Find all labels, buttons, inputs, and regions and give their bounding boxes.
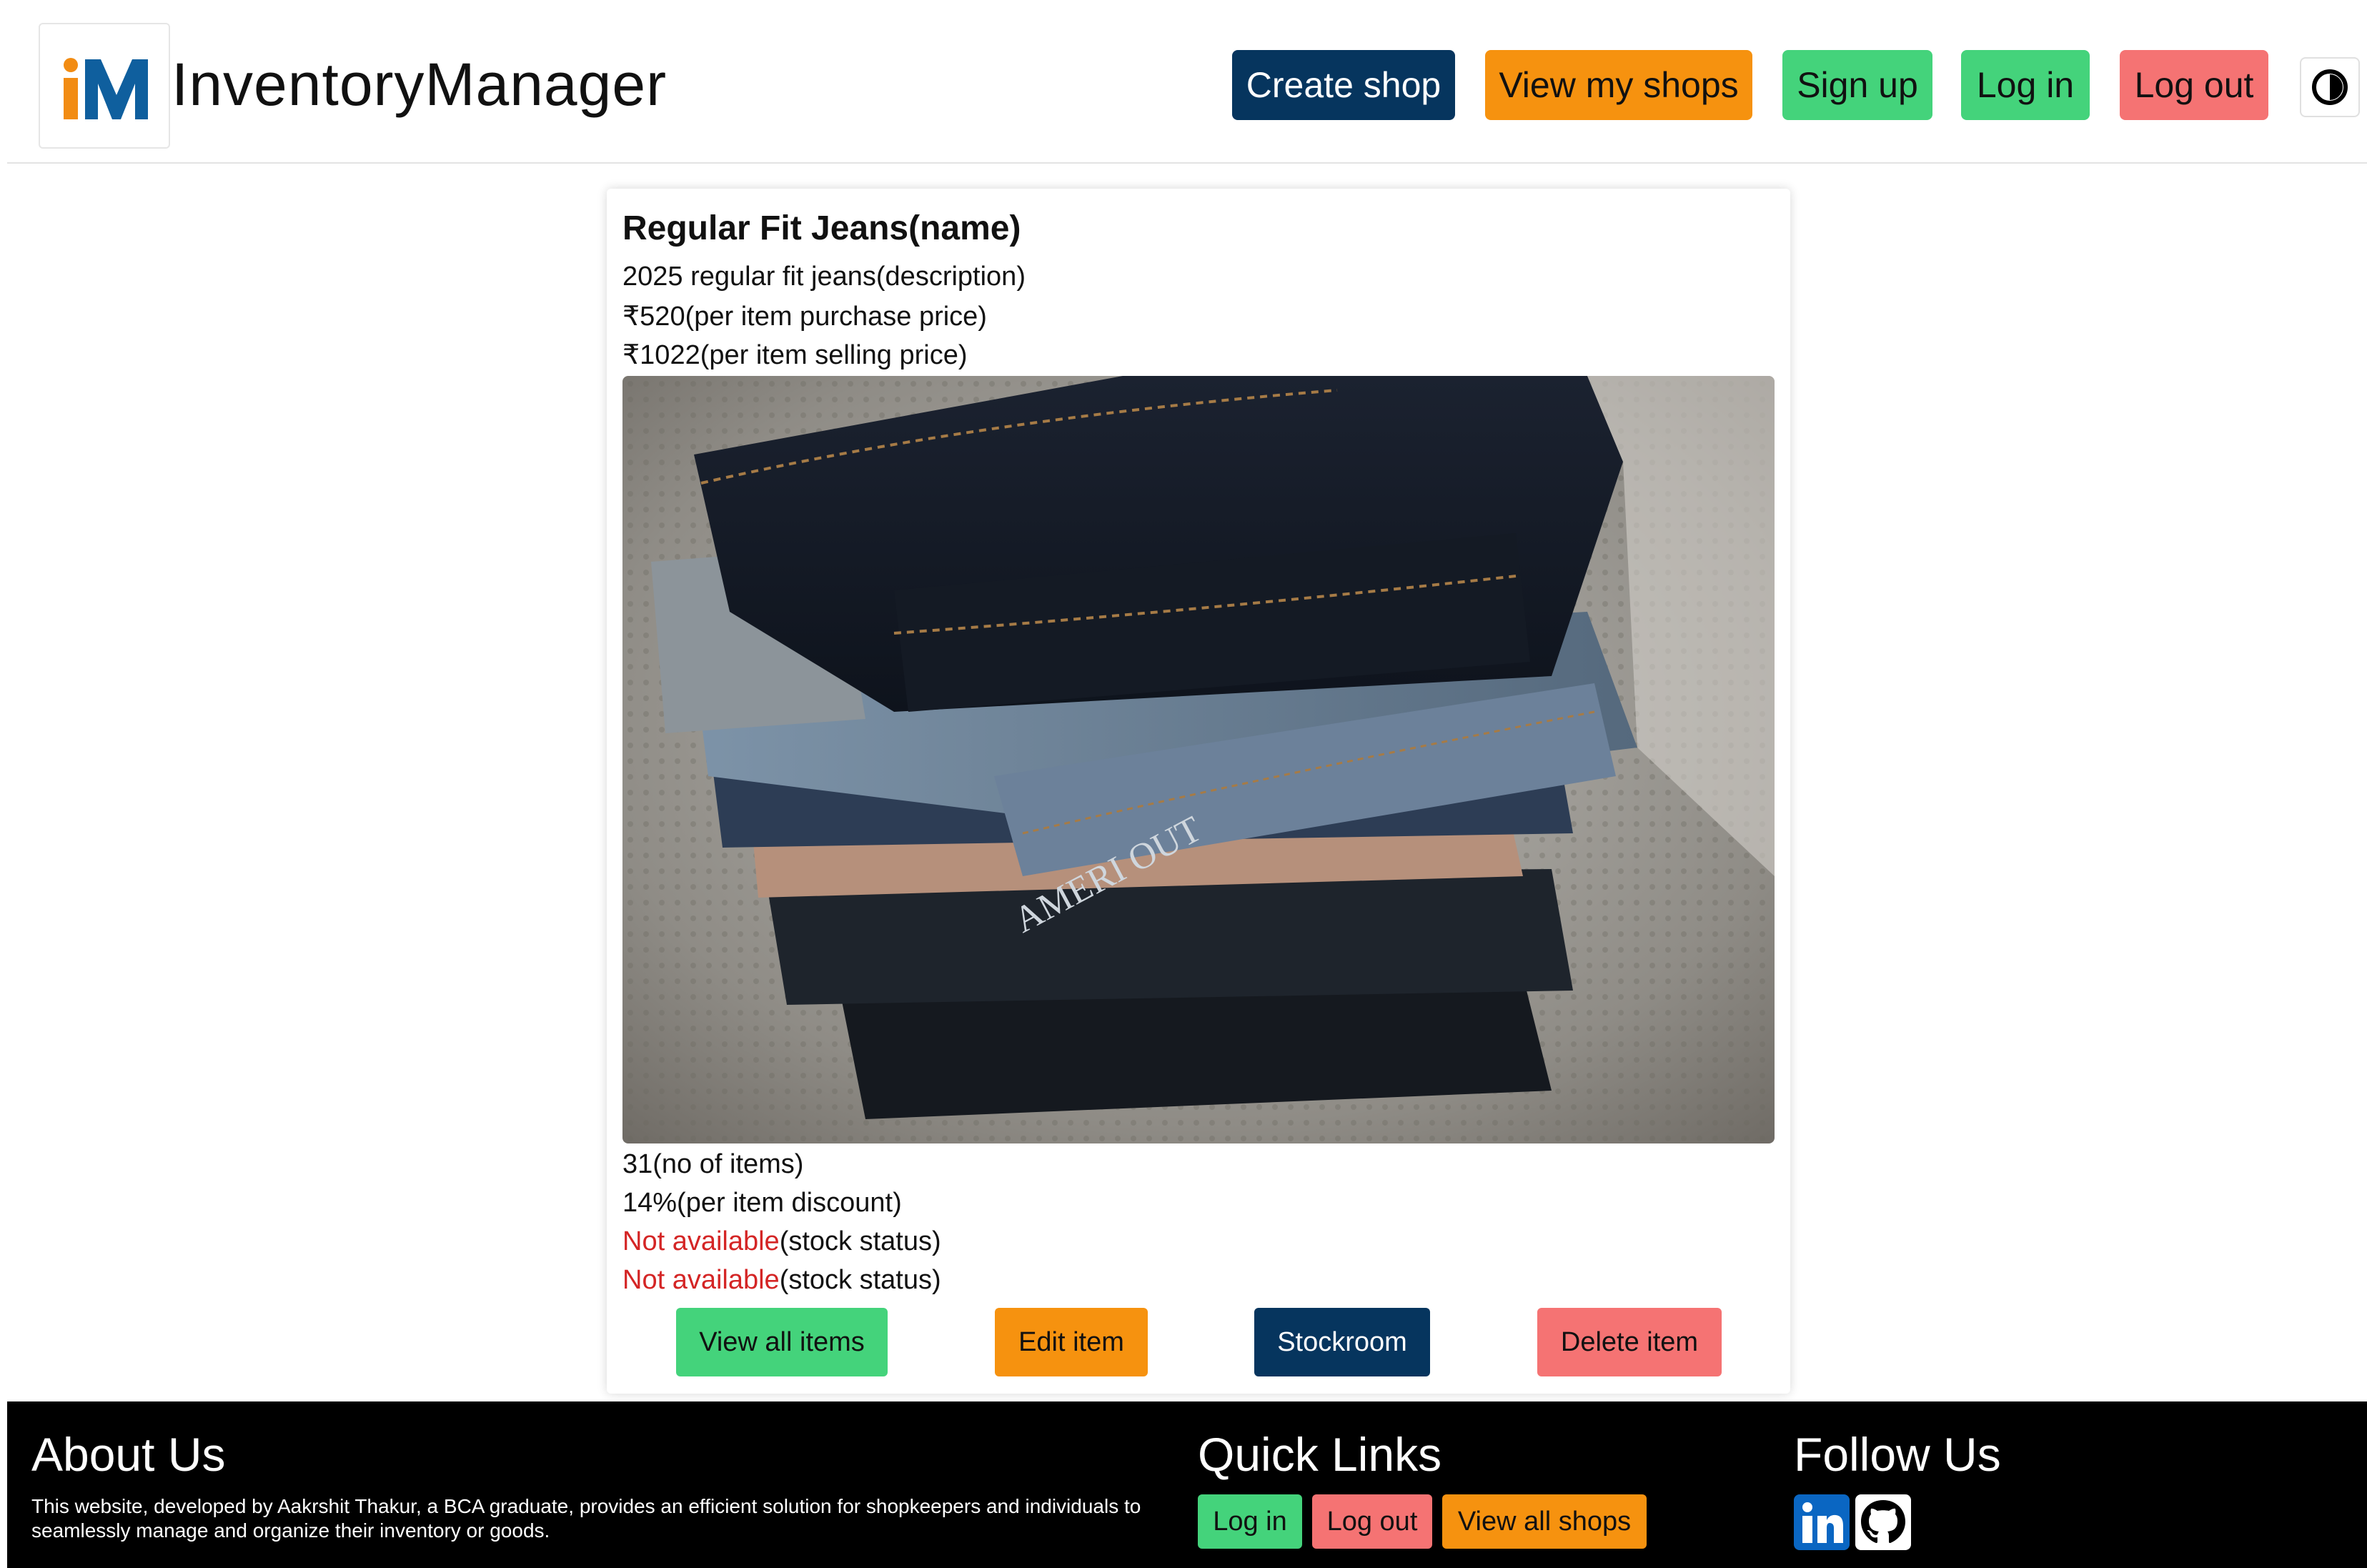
follow-us-title: Follow Us [1794, 1428, 2001, 1481]
item-card: Regular Fit Jeans(name) 2025 regular fit… [607, 189, 1790, 1394]
item-name: Regular Fit Jeans(name) [622, 209, 1021, 247]
item-purchase-price: ₹520(per item purchase price) [622, 302, 987, 332]
item-image: AMERI OUT [622, 376, 1775, 1143]
header: InventoryManager Create shop View my sho… [7, 0, 2367, 164]
logo[interactable] [39, 23, 170, 149]
footer: About Us This website, developed by Aakr… [7, 1401, 2367, 1568]
log-out-button[interactable]: Log out [2120, 50, 2268, 120]
quick-links-title: Quick Links [1198, 1428, 1442, 1481]
brand-name[interactable]: InventoryManager [172, 50, 667, 119]
footer-view-all-shops-button[interactable]: View all shops [1442, 1494, 1647, 1549]
about-us-title: About Us [31, 1428, 226, 1481]
stock-status-value: Not available [622, 1226, 780, 1256]
item-discount: 14%(per item discount) [622, 1188, 902, 1218]
theme-toggle-button[interactable] [2300, 57, 2360, 117]
stock-status-1: Not available(stock status) [622, 1226, 941, 1257]
item-description: 2025 regular fit jeans(description) [622, 262, 1026, 292]
view-my-shops-button[interactable]: View my shops [1485, 50, 1752, 120]
footer-log-in-button[interactable]: Log in [1198, 1494, 1302, 1549]
logo-icon [64, 58, 148, 119]
footer-log-out-button[interactable]: Log out [1312, 1494, 1432, 1549]
about-us-text: This website, developed by Aakrshit Thak… [31, 1495, 1141, 1542]
log-in-button[interactable]: Log in [1961, 50, 2090, 120]
github-icon[interactable] [1855, 1494, 1911, 1550]
view-all-items-button[interactable]: View all items [676, 1308, 888, 1376]
linkedin-icon[interactable] [1794, 1494, 1850, 1550]
delete-item-button[interactable]: Delete item [1537, 1308, 1722, 1376]
item-selling-price: ₹1022(per item selling price) [622, 340, 968, 370]
contrast-icon [2312, 69, 2348, 105]
item-quantity: 31(no of items) [622, 1149, 804, 1179]
create-shop-button[interactable]: Create shop [1232, 50, 1455, 120]
edit-item-button[interactable]: Edit item [995, 1308, 1148, 1376]
stock-status-label: (stock status) [779, 1265, 941, 1295]
stock-status-label: (stock status) [779, 1226, 941, 1256]
stock-status-value: Not available [622, 1265, 780, 1295]
sign-up-button[interactable]: Sign up [1782, 50, 1932, 120]
stockroom-button[interactable]: Stockroom [1254, 1308, 1430, 1376]
stock-status-2: Not available(stock status) [622, 1265, 941, 1296]
